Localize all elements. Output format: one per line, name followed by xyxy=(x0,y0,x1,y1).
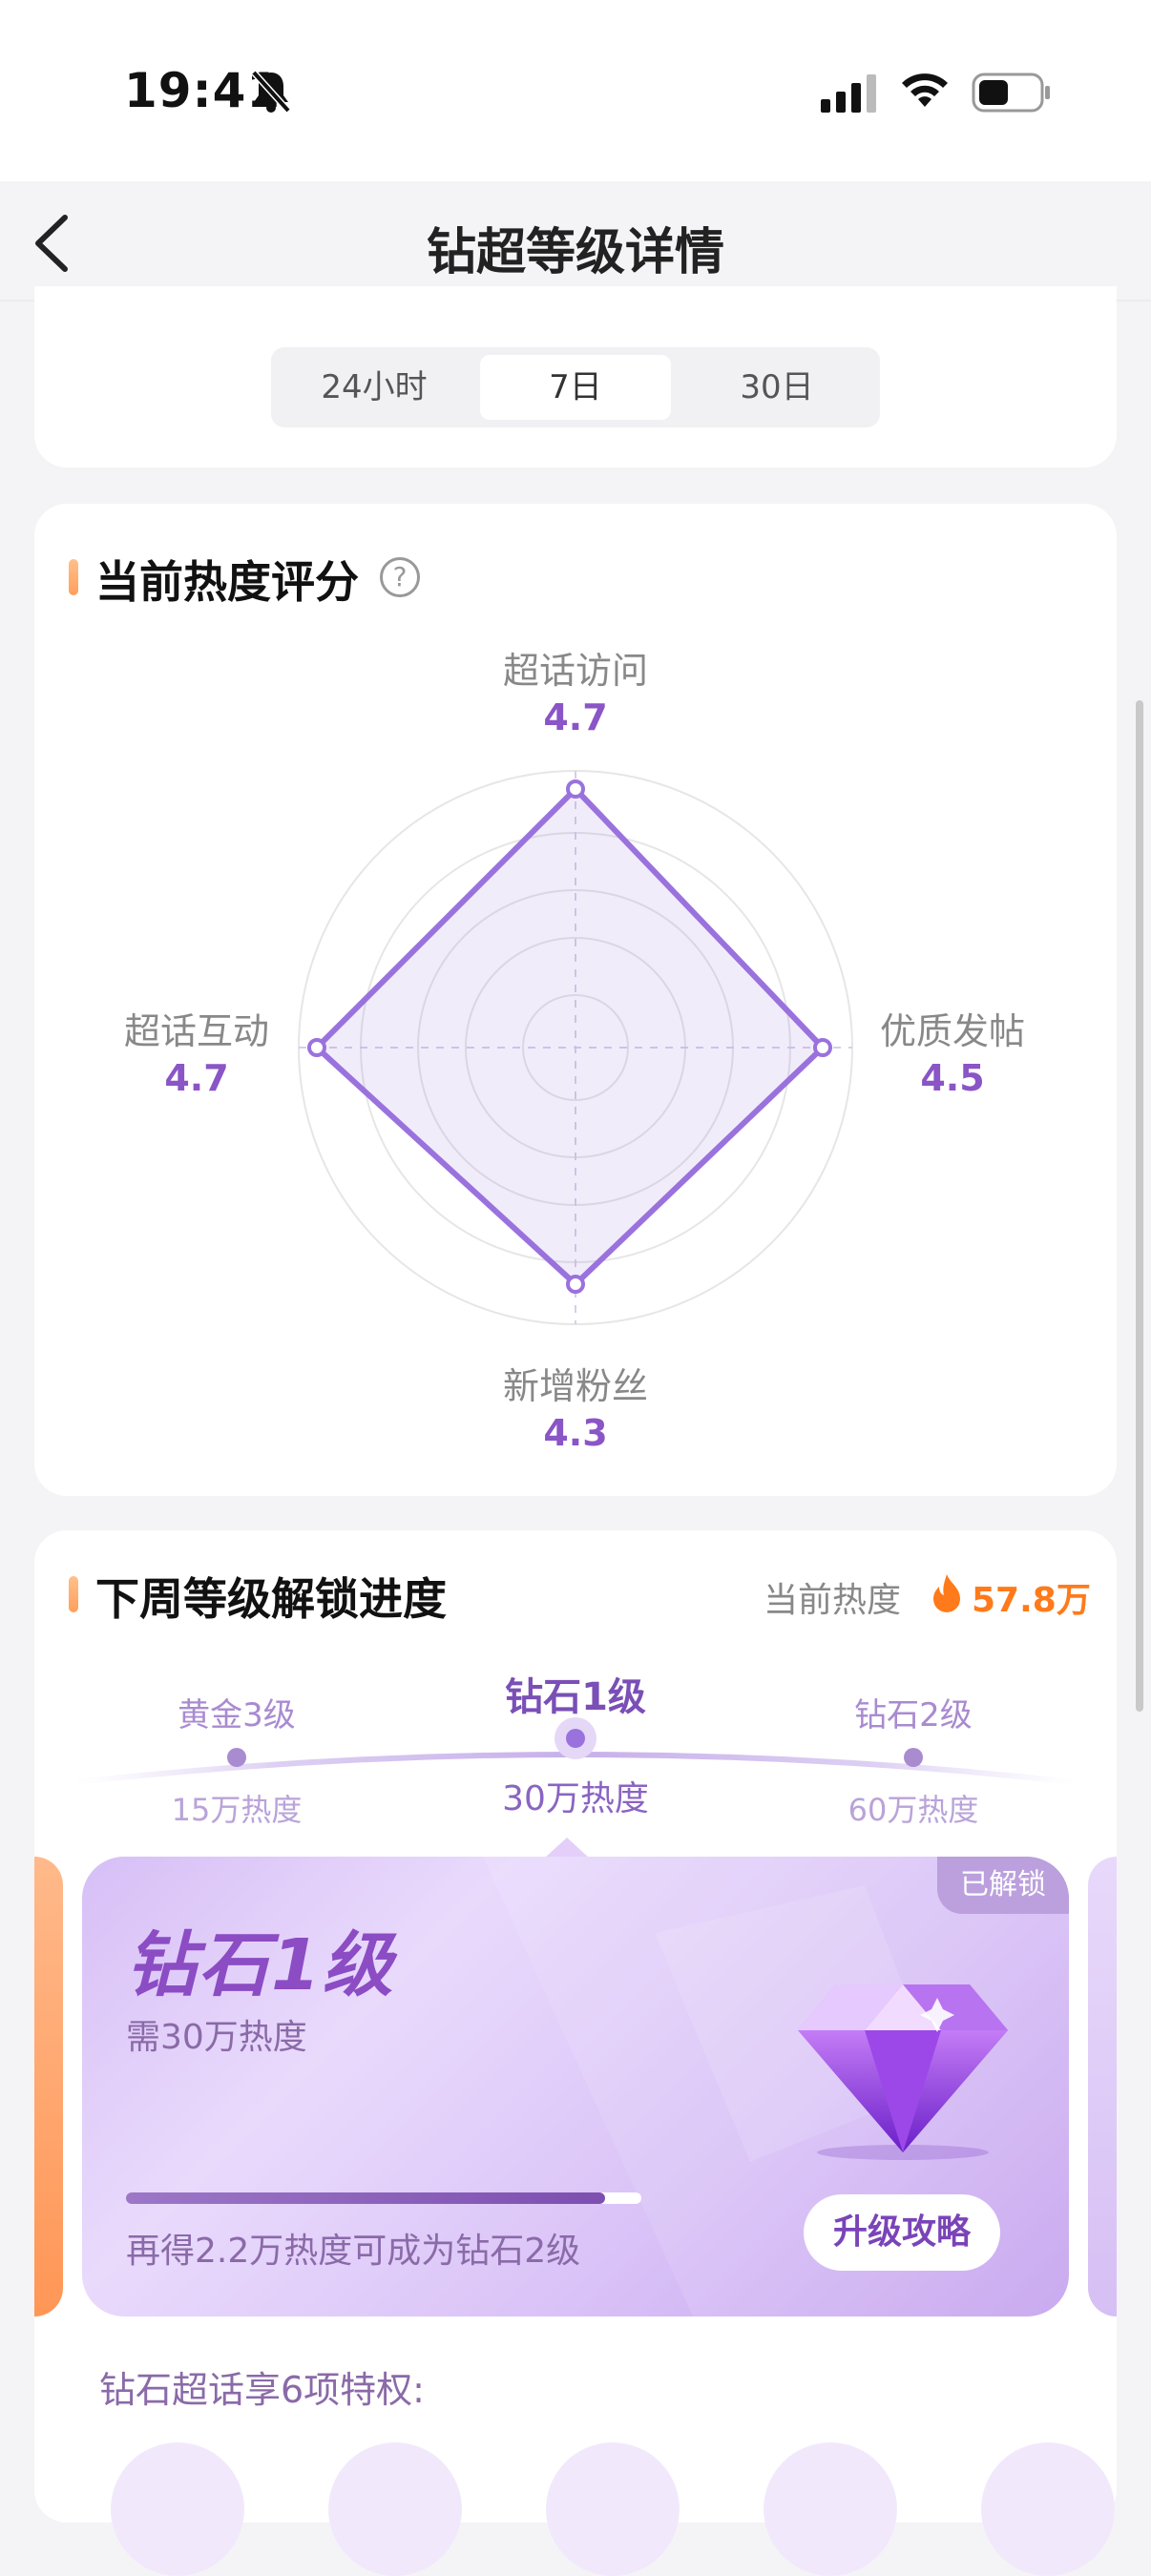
axis-label-fans: 新增粉丝 xyxy=(502,1365,648,1407)
radar-point-visits xyxy=(566,779,585,799)
radar-chart xyxy=(298,770,853,1325)
card-pointer xyxy=(544,1838,590,1859)
privilege-icon-2[interactable] xyxy=(328,2442,462,2576)
prev-level-card-peek[interactable] xyxy=(34,1857,63,2316)
axis-label-posts: 优质发帖 xyxy=(879,1010,1025,1052)
current-heat-label: 当前热度 xyxy=(764,1581,902,1620)
radar-point-posts xyxy=(813,1038,832,1057)
next-level-card-peek[interactable] xyxy=(1088,1857,1117,2316)
level-card-subtitle: 需30万热度 xyxy=(126,2018,307,2057)
level-prev-need: 15万热度 xyxy=(171,1792,303,1828)
section-accent xyxy=(69,1576,78,1612)
privilege-icon-5[interactable] xyxy=(981,2442,1115,2576)
level-card[interactable]: 已解锁 钻石1级 需30万热度 再得2.2万热度可成为钻石2级 升级攻略 xyxy=(82,1857,1069,2316)
privilege-icon-3[interactable] xyxy=(546,2442,680,2576)
privilege-icon-1[interactable] xyxy=(111,2442,244,2576)
level-prev-name[interactable]: 黄金3级 xyxy=(113,1689,361,1735)
upgrade-guide-button[interactable]: 升级攻略 xyxy=(804,2194,1000,2271)
radar-area xyxy=(314,786,826,1287)
flame-icon xyxy=(933,1574,960,1612)
axis-value-interaction: 4.7 xyxy=(164,1057,229,1099)
axis-value-fans: 4.3 xyxy=(543,1412,608,1454)
axis-label-interaction: 超话互动 xyxy=(123,1010,269,1052)
level-card-title: 钻石1级 xyxy=(126,1924,395,2006)
progress-title: 下周等级解锁进度 xyxy=(95,1573,447,1625)
level-progress-fill xyxy=(126,2192,606,2204)
level-current-name[interactable]: 钻石1级 xyxy=(451,1666,700,1721)
current-heat-value: 57.8万 xyxy=(972,1581,1091,1620)
axis-value-visits: 4.7 xyxy=(543,696,608,738)
axis-label-visits: 超话访问 xyxy=(502,650,648,692)
level-next-need: 60万热度 xyxy=(848,1792,979,1828)
radar-point-interaction xyxy=(307,1038,326,1057)
level-progress-text: 再得2.2万热度可成为钻石2级 xyxy=(126,2232,581,2271)
unlocked-badge: 已解锁 xyxy=(937,1857,1069,1914)
scrollbar[interactable] xyxy=(1136,700,1143,1712)
diamond-icon xyxy=(798,1984,1008,2160)
level-progress-bar xyxy=(126,2192,641,2204)
level-current-need: 30万热度 xyxy=(502,1779,649,1818)
level-next-name[interactable]: 钻石2级 xyxy=(789,1689,1037,1735)
radar-point-fans xyxy=(566,1275,585,1294)
privileges-title: 钻石超话享6项特权: xyxy=(99,2369,425,2411)
privilege-icon-4[interactable] xyxy=(764,2442,897,2576)
axis-value-posts: 4.5 xyxy=(920,1057,985,1099)
